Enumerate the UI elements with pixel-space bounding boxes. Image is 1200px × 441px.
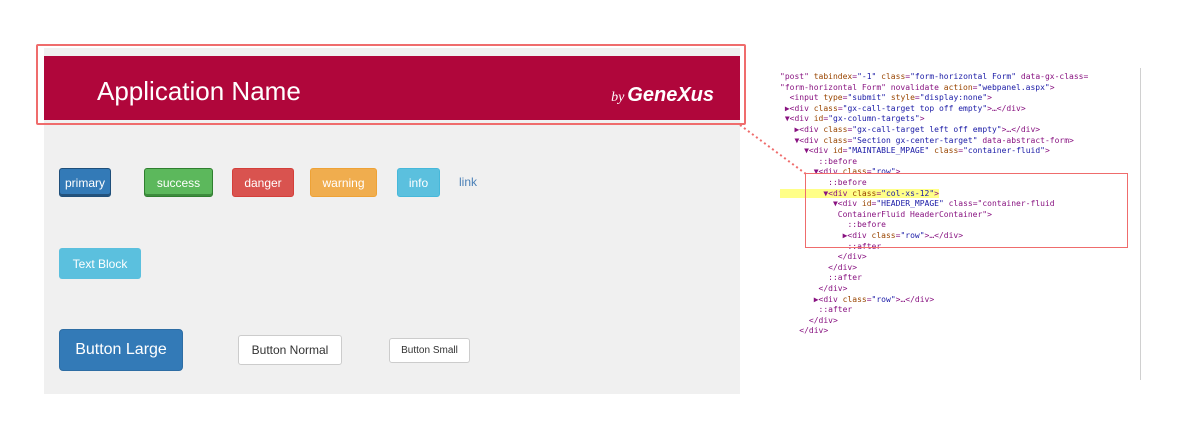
dom-line[interactable]: ::after xyxy=(780,305,853,315)
dom-line[interactable]: ::before xyxy=(780,157,858,167)
danger-button[interactable]: danger xyxy=(232,168,294,197)
button-large[interactable]: Button Large xyxy=(59,329,183,371)
dom-line[interactable]: </div> xyxy=(780,284,848,294)
info-button[interactable]: info xyxy=(397,168,440,197)
dom-line[interactable]: ▼<div id="gx-column-targets"> xyxy=(780,114,925,124)
dom-line[interactable]: ▶<div class="gx-call-target top off empt… xyxy=(780,104,1026,114)
button-small[interactable]: Button Small xyxy=(389,338,470,363)
button-normal[interactable]: Button Normal xyxy=(238,335,342,365)
primary-button[interactable]: primary xyxy=(59,168,111,197)
dom-line[interactable]: "form-horizontal Form" novalidate action… xyxy=(780,83,1055,93)
dom-line[interactable]: ▼<div id="MAINTABLE_MPAGE" class="contai… xyxy=(780,146,1050,156)
link-button[interactable]: link xyxy=(459,168,477,197)
dom-line[interactable]: ▼<div class="Section gx-center-target" d… xyxy=(780,136,1073,146)
dom-line[interactable]: ▶<div class="row">…</div> xyxy=(780,295,934,305)
dom-line[interactable]: ▶<div class="gx-call-target left off emp… xyxy=(780,125,1040,135)
dom-line[interactable]: </div> xyxy=(780,263,857,273)
text-block: Text Block xyxy=(59,248,141,279)
dom-line[interactable]: </div> xyxy=(780,252,867,262)
dom-line[interactable]: </div> xyxy=(780,316,838,326)
success-button[interactable]: success xyxy=(144,168,213,197)
dom-highlight-box xyxy=(805,173,1128,248)
dom-line[interactable]: <input type="submit" style="display:none… xyxy=(780,93,992,103)
dom-line[interactable]: ::after xyxy=(780,273,862,283)
dom-line[interactable]: "post" tabindex="-1" class="form-horizon… xyxy=(780,72,1088,82)
header-highlight-box xyxy=(36,44,746,125)
dom-line[interactable]: </div> xyxy=(780,326,828,336)
warning-button[interactable]: warning xyxy=(310,168,377,197)
